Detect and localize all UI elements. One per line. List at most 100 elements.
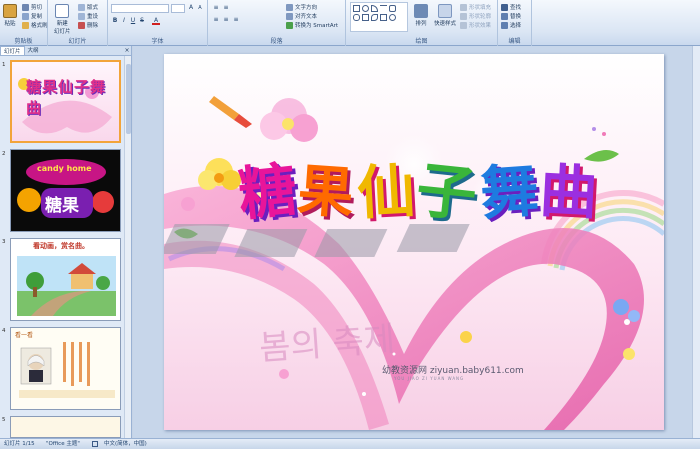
thumb-3-title: 看动画，赏名曲。: [33, 242, 89, 250]
quick-styles-button[interactable]: 快速样式: [434, 4, 456, 27]
slide-number: 3: [2, 239, 6, 245]
shrink-font-button[interactable]: A: [196, 4, 204, 12]
smartart-button[interactable]: 转换为 SmartArt: [286, 21, 338, 29]
shape-fill-button[interactable]: 形状填充: [460, 3, 491, 11]
new-slide-button[interactable]: 新建 幻灯片: [54, 4, 71, 35]
format-painter-button[interactable]: 格式刷: [22, 21, 48, 29]
arrange-label: 排列: [415, 21, 427, 27]
slide-number: 4: [2, 328, 6, 334]
heart-shape-icon: [389, 14, 396, 21]
arrange-button[interactable]: 排列: [414, 4, 428, 27]
callout-shape-icon: [380, 14, 387, 21]
thumb-4-art: [19, 342, 115, 398]
tab-outline[interactable]: 大纲: [25, 46, 42, 55]
paste-label: 粘贴: [4, 21, 16, 27]
pane-scrollbar[interactable]: [124, 56, 131, 438]
status-bar: 幻灯片 1/15 "Office 主题" 中文(简体，中国): [0, 438, 700, 449]
align-left-button[interactable]: ≡: [212, 16, 220, 24]
shape-outline-icon: [460, 12, 467, 20]
numbering-button[interactable]: ≡: [222, 4, 230, 12]
font-size-combo[interactable]: [171, 4, 185, 13]
slide-scrollbar[interactable]: [692, 46, 700, 438]
select-button[interactable]: 选择: [501, 21, 521, 29]
slide-thumbnail-2[interactable]: candy home 糖果: [10, 149, 121, 232]
watermark-subtext: YOU JIAO ZI YUAN WANG: [394, 376, 465, 381]
ribbon: 粘贴 剪切 复制 格式刷 剪贴板 新建 幻灯片 版式 重设 删除 幻灯片 A A…: [0, 0, 700, 46]
slides-group-label: 幻灯片: [68, 38, 87, 45]
title-glyph-2: 果: [295, 157, 357, 227]
scissors-icon: [22, 3, 29, 11]
title-glyph-1: 糖: [235, 155, 300, 229]
slide-thumbnail-5[interactable]: [10, 416, 121, 438]
strikethrough-button[interactable]: S: [138, 17, 146, 25]
grow-font-button[interactable]: A: [187, 4, 195, 12]
tab-slides[interactable]: 幻灯片: [0, 46, 25, 55]
clipboard-group: 粘贴 剪切 复制 格式刷 剪贴板: [0, 0, 48, 46]
reset-label: 重设: [87, 14, 99, 20]
title-glyph-5: 舞: [477, 156, 541, 228]
arrow-shape-icon: [389, 5, 396, 12]
paste-button[interactable]: 粘贴: [3, 4, 17, 27]
find-button[interactable]: 查找: [501, 3, 521, 11]
reset-button[interactable]: 重设: [78, 12, 98, 20]
bullets-button[interactable]: ≡: [212, 4, 220, 12]
new-slide-icon: [55, 4, 70, 18]
align-right-button[interactable]: ≡: [232, 16, 240, 24]
format-painter-label: 格式刷: [31, 23, 48, 29]
delete-label: 删除: [87, 23, 99, 29]
slide-thumbnail-4[interactable]: 看一看: [10, 327, 121, 410]
layout-button[interactable]: 版式: [78, 3, 98, 11]
slide-thumbnail-3[interactable]: 看动画，赏名曲。: [10, 238, 121, 321]
layout-icon: [78, 3, 85, 11]
font-group: A A B I U S A 字体: [108, 0, 208, 46]
copy-label: 复制: [31, 14, 43, 20]
shapes-gallery[interactable]: [350, 2, 408, 32]
close-pane-button[interactable]: ×: [123, 46, 131, 55]
replace-button[interactable]: 替换: [501, 12, 521, 20]
replace-icon: [501, 12, 508, 20]
pane-tabs: 幻灯片 大纲 ×: [0, 46, 131, 56]
font-name-combo[interactable]: [111, 4, 169, 13]
replace-label: 替换: [510, 14, 522, 20]
italic-button[interactable]: I: [120, 17, 128, 25]
slide-title[interactable]: 糖 果 仙 子 舞 曲: [235, 142, 599, 232]
shape-effects-button[interactable]: 形状效果: [460, 21, 491, 29]
binoculars-icon: [501, 3, 508, 11]
slide-number: 2: [2, 151, 6, 157]
quick-styles-label: 快速样式: [434, 21, 457, 27]
slide-number: 5: [2, 417, 6, 423]
slide-number: 1: [2, 62, 6, 68]
thumb-2-title: 糖果: [45, 196, 79, 216]
reset-icon: [78, 12, 85, 20]
current-slide[interactable]: 糖 果 仙 子 舞 曲 봄의 축제 幼教资源网 ziyuan.baby611.c…: [164, 54, 664, 430]
language-indicator[interactable]: 中文(简体，中国): [104, 439, 147, 449]
thumb-1-title: 糖果仙子舞曲: [26, 78, 107, 117]
delete-slide-button[interactable]: 删除: [78, 21, 98, 29]
align-text-button[interactable]: 对齐文本: [286, 12, 317, 20]
slide-thumbnail-1[interactable]: 糖果仙子舞曲: [10, 60, 121, 143]
title-glyph-3: 仙: [355, 156, 417, 228]
align-text-icon: [286, 12, 293, 20]
theme-name: "Office 主题": [46, 441, 80, 447]
pane-scroll-thumb[interactable]: [126, 64, 131, 134]
star-shape-icon: [362, 14, 369, 21]
editing-group: 查找 替换 选择 编辑: [498, 0, 532, 46]
slide-editor: 糖 果 仙 子 舞 曲 봄의 축제 幼教资源网 ziyuan.baby611.c…: [133, 46, 700, 438]
smartart-icon: [286, 21, 293, 29]
bold-button[interactable]: B: [111, 17, 119, 25]
align-text-label: 对齐文本: [295, 14, 318, 20]
drawing-group: 排列 快速样式 形状填充 形状轮廓 形状效果 绘图: [346, 0, 498, 46]
spellcheck-icon[interactable]: [92, 441, 98, 447]
text-direction-button[interactable]: 文字方向: [286, 3, 317, 11]
brush-icon: [22, 21, 29, 29]
text-direction-icon: [286, 3, 293, 11]
shape-outline-button[interactable]: 形状轮廓: [460, 12, 491, 20]
align-center-button[interactable]: ≡: [222, 16, 230, 24]
shape-outline-label: 形状轮廓: [469, 14, 492, 20]
copy-button[interactable]: 复制: [22, 12, 42, 20]
cut-button[interactable]: 剪切: [22, 3, 42, 11]
thumb-2-banner: candy home: [37, 164, 92, 173]
shape-effects-icon: [460, 21, 467, 29]
font-color-button[interactable]: A: [152, 17, 160, 25]
underline-button[interactable]: U: [129, 17, 137, 25]
